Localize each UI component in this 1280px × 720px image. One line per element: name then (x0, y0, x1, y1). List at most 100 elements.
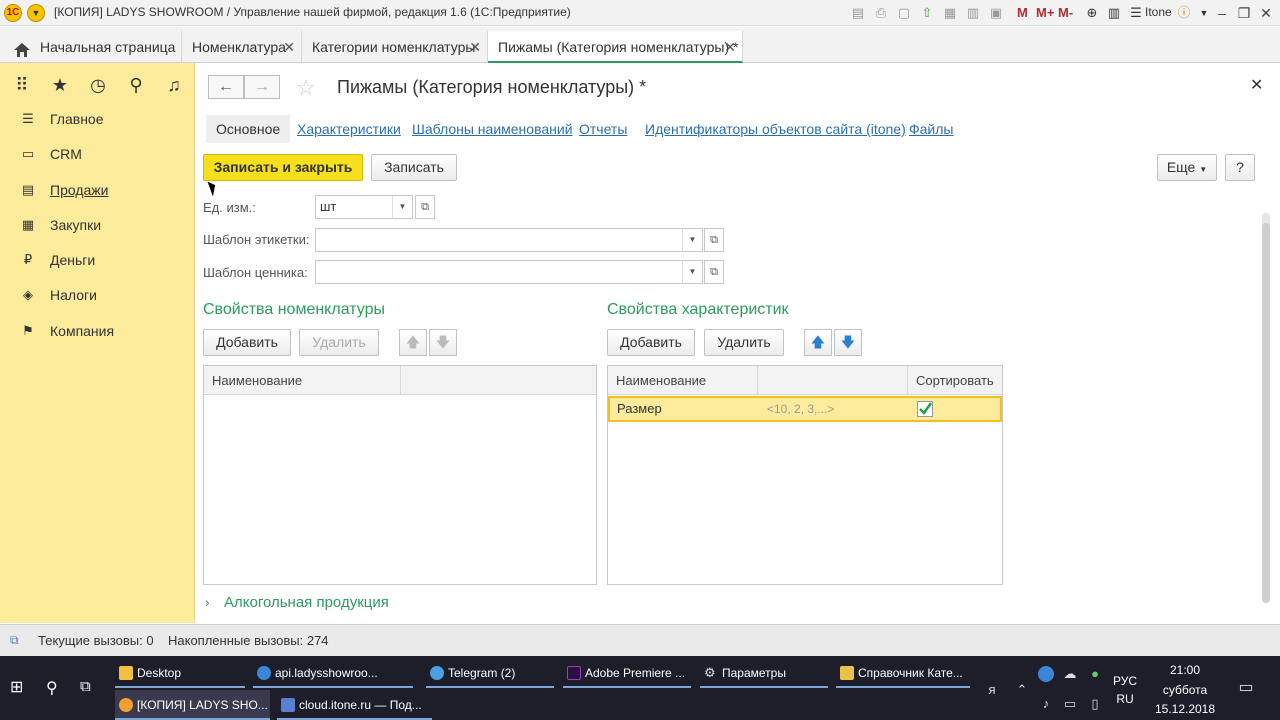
close-icon[interactable]: ✕ (283, 31, 295, 63)
help-button[interactable]: ? (1225, 154, 1255, 181)
subtab-name-templates[interactable]: Шаблоны наименований (412, 115, 573, 143)
volume-icon[interactable]: ♪ (1038, 696, 1054, 712)
sort-checkbox[interactable] (917, 398, 933, 420)
nomenclature-props-table[interactable]: Наименование (203, 365, 597, 585)
subtab-reports[interactable]: Отчеты (579, 115, 627, 143)
taskbar-premiere[interactable]: Adobe Premiere ... (563, 658, 691, 688)
cloud-tray-icon[interactable]: ☁ (1062, 666, 1078, 682)
attach-icon[interactable]: ⇧ (919, 5, 935, 21)
calls-icon[interactable]: ⧉ (10, 633, 28, 649)
memory-plus-button[interactable]: M+ (1036, 5, 1054, 20)
chevron-up-icon[interactable]: ⌃ (1014, 682, 1030, 698)
main-menu-button[interactable]: ▼ (27, 4, 45, 22)
add-nomenclature-prop-button[interactable]: Добавить (203, 329, 291, 356)
column-header-sort[interactable]: Сортировать (908, 366, 1002, 395)
open-label-template-icon[interactable]: ⧉ (704, 228, 724, 252)
bell-icon[interactable]: ♫ (162, 73, 186, 97)
subtab-files[interactable]: Файлы (909, 115, 953, 143)
network-icon[interactable]: ▭ (1062, 696, 1078, 712)
price-template-field[interactable]: ▼ (315, 260, 703, 284)
print-icon[interactable]: ⎙ (873, 5, 889, 21)
move-down-icon[interactable]: 🡇 (429, 329, 457, 356)
subtab-site-ids[interactable]: Идентификаторы объектов сайта (itone) (645, 115, 906, 143)
info-icon[interactable]: ⓘ (1176, 5, 1192, 21)
unit-field[interactable]: шт ▼ (315, 195, 413, 219)
subtab-characteristics[interactable]: Характеристики (297, 115, 401, 143)
memory-minus-button[interactable]: M- (1058, 5, 1073, 20)
user-name[interactable]: Itone (1145, 5, 1172, 19)
tab-categories[interactable]: Категории номенклатуры ✕ (302, 31, 488, 63)
chevron-right-icon[interactable]: › (205, 594, 210, 610)
taskbar-reference[interactable]: Справочник Кате... (836, 658, 970, 688)
table-icon[interactable]: ▦ (942, 5, 958, 21)
back-button[interactable]: ← (208, 75, 244, 99)
column-header-name[interactable]: Наименование (204, 366, 401, 395)
history-icon[interactable]: ◷ (86, 73, 110, 97)
subtab-main[interactable]: Основное (206, 115, 291, 143)
taskbar-browser[interactable]: api.ladysshowroo... (253, 658, 413, 688)
favorite-star-icon[interactable]: ☆ (296, 75, 316, 101)
search-icon[interactable]: ⚲ (46, 678, 58, 698)
clock-date[interactable]: 15.12.2018 (1150, 702, 1220, 716)
open-price-template-icon[interactable]: ⧉ (704, 260, 724, 284)
user-tray-icon[interactable]: ● (1087, 666, 1103, 682)
label-template-field[interactable]: ▼ (315, 228, 703, 252)
table-row[interactable]: Размер <10, 2, 3,...> (608, 396, 1002, 422)
open-unit-icon[interactable]: ⧉ (415, 195, 435, 219)
calendar-icon[interactable]: ▣ (988, 5, 1004, 21)
clock-day[interactable]: суббота (1150, 683, 1220, 697)
column-header-values[interactable] (758, 366, 908, 395)
taskbar-1c-copy[interactable]: [КОПИЯ] LADYS SHO... (115, 690, 270, 720)
close-icon[interactable]: ✕ (724, 31, 736, 63)
close-icon[interactable]: ✕ (469, 31, 481, 63)
favorites-star-icon[interactable]: ★ (48, 73, 72, 97)
pen-tray-icon[interactable]: я (984, 682, 1000, 698)
memory-m-button[interactable]: M (1017, 5, 1028, 20)
chevron-down-icon[interactable]: ▼ (392, 196, 412, 218)
add-characteristic-prop-button[interactable]: Добавить (607, 329, 695, 356)
tab-nomenclature[interactable]: Номенклатура ✕ (182, 31, 302, 63)
clock-time[interactable]: 21:00 (1150, 663, 1220, 677)
close-form-button[interactable]: ✕ (1250, 75, 1263, 95)
maximize-button[interactable]: ❐ (1234, 3, 1254, 23)
panel-icon[interactable]: ▥ (1106, 5, 1122, 21)
save-button[interactable]: Записать (371, 154, 457, 181)
language-bottom[interactable]: RU (1110, 692, 1140, 706)
globe-tray-icon[interactable] (1038, 666, 1054, 682)
taskbar-desktop[interactable]: Desktop (115, 658, 245, 688)
forward-button[interactable]: → (244, 75, 280, 99)
delete-characteristic-prop-button[interactable]: Удалить (704, 329, 784, 356)
search-icon[interactable]: ⚲ (124, 73, 148, 97)
save-and-close-button[interactable]: Записать и закрыть (203, 154, 363, 181)
tab-pajamas[interactable]: Пижамы (Категория номенклатуры) * ✕ (488, 31, 743, 63)
close-window-button[interactable]: ✕ (1256, 3, 1276, 23)
more-button[interactable]: Еще ▼ (1157, 154, 1217, 181)
characteristic-props-table[interactable]: Наименование Сортировать Размер <10, 2, … (607, 365, 1003, 585)
windows-start-icon[interactable]: ⊞ (10, 680, 26, 696)
notifications-icon[interactable]: ▭ (1238, 680, 1254, 696)
link-icon[interactable]: ▥ (965, 5, 981, 21)
tab-home[interactable]: Начальная страница (0, 31, 182, 63)
move-up-icon[interactable]: 🡅 (399, 329, 427, 356)
vertical-scrollbar[interactable] (1262, 213, 1270, 603)
delete-nomenclature-prop-button[interactable]: Удалить (299, 329, 379, 356)
chevron-down-icon[interactable]: ▼ (1196, 5, 1212, 21)
battery-icon[interactable]: ▯ (1087, 696, 1103, 712)
task-view-icon[interactable]: ⧉ (80, 678, 91, 695)
zoom-icon[interactable]: ⊕ (1084, 5, 1100, 21)
language-top[interactable]: РУС (1110, 674, 1140, 688)
scrollbar-thumb[interactable] (1262, 223, 1270, 603)
chevron-down-icon[interactable]: ▼ (682, 229, 702, 251)
move-up-icon[interactable]: 🡅 (804, 329, 832, 356)
apps-grid-icon[interactable]: ⠿ (10, 73, 34, 97)
preview-icon[interactable]: ▢ (896, 5, 912, 21)
move-down-icon[interactable]: 🡇 (834, 329, 862, 356)
taskbar-settings[interactable]: ⚙ Параметры (700, 658, 828, 688)
save-icon[interactable]: ▤ (850, 5, 866, 21)
column-header-name[interactable]: Наименование (608, 366, 758, 395)
minimize-button[interactable]: – (1212, 3, 1232, 23)
chevron-down-icon[interactable]: ▼ (682, 261, 702, 283)
alcohol-group[interactable]: Алкогольная продукция (224, 594, 389, 611)
taskbar-cloud[interactable]: cloud.itone.ru — Под... (277, 690, 432, 720)
taskbar-telegram[interactable]: Telegram (2) (426, 658, 554, 688)
